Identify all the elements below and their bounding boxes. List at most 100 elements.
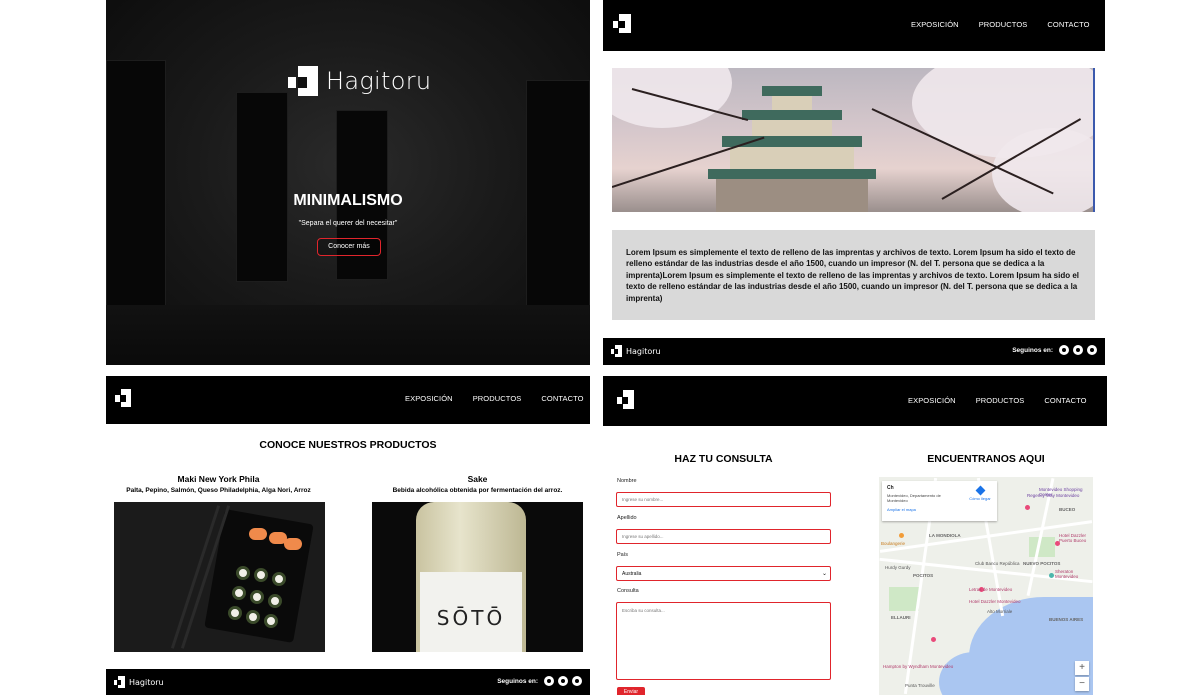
navbar: EXPOSICIÓN PRODUCTOS CONTACTO [603, 376, 1107, 426]
map-label: Alto Morriale [987, 609, 1013, 614]
navbar: EXPOSICIÓN PRODUCTOS CONTACTO [106, 376, 590, 424]
footer: Hagitoru Seguinos en: [106, 669, 590, 695]
twitter-icon[interactable] [572, 676, 582, 686]
product-desc: Palta, Pepino, Salmón, Queso Philadelphi… [126, 487, 311, 494]
product-card: Maki New York Phila Palta, Pepino, Salmó… [113, 474, 324, 494]
map-label: Hotel Dazzler Puerto Buceo [1059, 533, 1087, 543]
logo-icon[interactable] [613, 14, 631, 33]
nav-exposicion[interactable]: EXPOSICIÓN [911, 20, 959, 29]
map-label: POCITOS [913, 573, 934, 578]
map-enlarge-link[interactable]: Ampliar el mapa [887, 507, 992, 512]
nombre-label: Nombre [617, 478, 637, 484]
map-pin[interactable] [899, 533, 904, 538]
footer-brand[interactable]: Hagitoru [611, 345, 661, 357]
apellido-label: Apellido [617, 515, 637, 521]
map-label: Letras de Montevideo [969, 587, 1013, 592]
bottle-label: SŌTŌ [436, 606, 506, 630]
pais-label: País [617, 552, 629, 558]
footer-brand[interactable]: Hagitoru [114, 676, 164, 688]
map-pin[interactable] [1049, 573, 1054, 578]
zoom-in-button[interactable]: + [1075, 661, 1089, 675]
follow-label: Seguinos en: [1012, 346, 1053, 354]
contacto-panel: EXPOSICIÓN PRODUCTOS CONTACTO HAZ TU CON… [603, 376, 1107, 695]
instagram-icon[interactable] [1059, 345, 1069, 355]
map-label: NUEVO POCITOS [1023, 561, 1061, 566]
gallery-frame [106, 60, 166, 310]
footer-brand-name: Hagitoru [626, 346, 661, 356]
follow-label: Seguinos en: [497, 677, 538, 685]
map-label: Hampton by Wyndham Montevideo [883, 664, 954, 669]
map-embed[interactable]: Regency Way Montevideo Montevideo Shoppi… [879, 477, 1093, 695]
nav-exposicion[interactable]: EXPOSICIÓN [405, 394, 453, 403]
about-text: Lorem Ipsum es simplemente el texto de r… [626, 248, 1080, 303]
map-label: Boulangerie [881, 541, 906, 546]
nav-contacto[interactable]: CONTACTO [541, 394, 583, 403]
footer: Hagitoru Seguinos en: [603, 338, 1105, 365]
map-label: BUENOS AIRES [1049, 617, 1084, 622]
nav-productos[interactable]: PRODUCTOS [976, 396, 1025, 405]
map-directions-link[interactable]: Cómo llegar [969, 485, 991, 501]
about-textbox: Lorem Ipsum es simplemente el texto de r… [612, 230, 1095, 320]
apellido-input[interactable]: Ingrese su apellido... [616, 529, 831, 544]
map-label: LA MONDIOLA [929, 533, 961, 538]
twitter-icon[interactable] [1087, 345, 1097, 355]
contact-title: HAZ TU CONSULTA [674, 453, 773, 465]
brand-name: Hagitoru [326, 67, 432, 95]
product-name: Maki New York Phila [177, 474, 260, 484]
instagram-icon[interactable] [544, 676, 554, 686]
map-directions-label: Cómo llegar [969, 496, 991, 501]
consulta-textarea[interactable]: Escriba su consulta... [616, 602, 831, 680]
product-name: Sake [467, 474, 488, 484]
pais-select[interactable]: Australia ⌄ [616, 566, 831, 581]
nav-productos[interactable]: PRODUCTOS [979, 20, 1028, 29]
logo-icon[interactable] [617, 390, 634, 409]
map-label: BUCEO [1059, 507, 1076, 512]
map-label: Punta Trouville [905, 683, 935, 688]
map-pin[interactable] [931, 637, 936, 642]
hero-logo[interactable]: Hagitoru [288, 66, 431, 96]
map-place-address: Montevideo, Departamento de Montevideo [887, 493, 941, 503]
logo-icon [114, 676, 125, 688]
conocer-mas-button[interactable]: Conocer más [317, 238, 381, 256]
map-label: Club Banco República [975, 561, 1020, 566]
hero-title: MINIMALISMO [293, 192, 403, 209]
footer-brand-name: Hagitoru [129, 677, 164, 687]
directions-icon [975, 485, 985, 496]
gallery-frame [236, 92, 288, 282]
enviar-button[interactable]: Enviar [617, 687, 645, 695]
logo-icon [288, 66, 318, 96]
map-label: ELLAURI [891, 615, 911, 620]
product-card: Sake Bebida alcohólica obtenida por ferm… [372, 474, 583, 494]
location-title: ENCUENTRANOS AQUI [927, 453, 1045, 465]
nav-exposicion[interactable]: EXPOSICIÓN [908, 396, 956, 405]
sake-photo: SŌTŌ [372, 502, 583, 652]
logo-icon [611, 345, 622, 357]
product-desc: Bebida alcohólica obtenida por fermentac… [392, 487, 563, 494]
products-title: CONOCE NUESTROS PRODUCTOS [259, 439, 437, 451]
map-label: Hotel Dazzler Montevideo [969, 599, 1021, 604]
youtube-icon[interactable] [558, 676, 568, 686]
gallery-floor [106, 305, 590, 365]
chevron-down-icon: ⌄ [821, 571, 827, 577]
map-label: Montevideo Shopping Center [1039, 487, 1083, 497]
youtube-icon[interactable] [1073, 345, 1083, 355]
zoom-out-button[interactable]: − [1075, 677, 1089, 691]
hero-panel: Hagitoru MINIMALISMO "Separa el querer d… [106, 0, 590, 365]
map-pin[interactable] [1025, 505, 1030, 510]
nav-contacto[interactable]: CONTACTO [1047, 20, 1089, 29]
nav-contacto[interactable]: CONTACTO [1044, 396, 1086, 405]
pais-value: Australia [622, 571, 642, 577]
logo-icon[interactable] [115, 389, 131, 407]
consulta-label: Consulta [617, 588, 639, 594]
exposicion-panel: EXPOSICIÓN PRODUCTOS CONTACTO Lorem Ipsu… [603, 0, 1105, 366]
hero-quote: "Separa el querer del necesitar" [298, 220, 398, 227]
nav-productos[interactable]: PRODUCTOS [473, 394, 522, 403]
map-label: Sheraton Montevideo [1055, 569, 1079, 579]
maki-photo [114, 502, 325, 652]
nombre-input[interactable]: Ingrese su nombre... [616, 492, 831, 507]
map-infobox: Ch Montevideo, Departamento de Montevide… [882, 481, 997, 521]
castle-photo [612, 68, 1095, 212]
navbar: EXPOSICIÓN PRODUCTOS CONTACTO [603, 0, 1105, 51]
productos-panel: EXPOSICIÓN PRODUCTOS CONTACTO CONOCE NUE… [106, 376, 590, 695]
map-label: Hurdy Gurdy [885, 565, 911, 570]
